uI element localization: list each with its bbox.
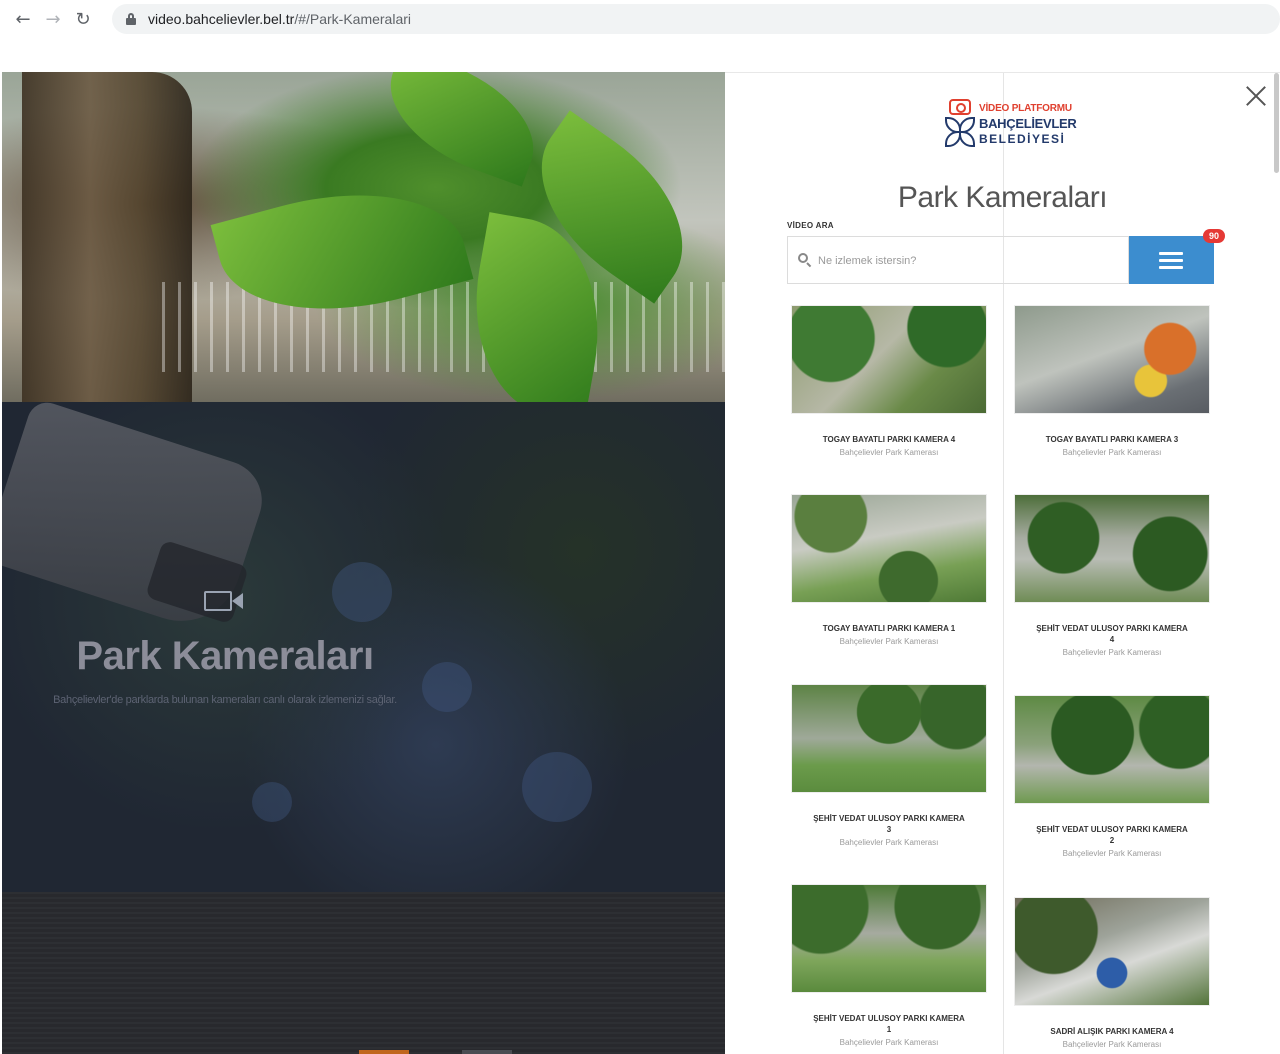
url-domain: video.bahcelievler.bel.tr: [148, 11, 295, 27]
video-card[interactable]: SADRİ ALIŞIK PARKI KAMERA 4 Bahçelievler…: [1014, 897, 1210, 1051]
video-camera-icon: [204, 588, 244, 614]
video-card-subtitle: Bahçelievler Park Kamerası: [1062, 1040, 1162, 1049]
video-thumbnail[interactable]: [1014, 305, 1210, 414]
video-card-subtitle: Bahçelievler Park Kamerası: [1062, 648, 1162, 657]
footer-strip: [2, 892, 725, 1054]
video-card[interactable]: TOGAY BAYATLI PARKI KAMERA 4 Bahçelievle…: [791, 305, 987, 459]
hero-section: Park Kameraları Bahçelievler'de parklard…: [2, 397, 725, 892]
park-photo-banner: [2, 72, 725, 422]
butterfly-logo-icon: [943, 99, 977, 149]
url-path: /#/Park-Kameralari: [294, 11, 412, 27]
video-card-title[interactable]: TOGAY BAYATLI PARKI KAMERA 3: [1014, 434, 1210, 445]
page-title: Park Kameraları: [897, 181, 1108, 214]
search-input[interactable]: [818, 249, 1118, 273]
logo-line-1: VİDEO PLATFORMU: [979, 103, 1072, 114]
video-card-title[interactable]: TOGAY BAYATLI PARKI KAMERA 1: [791, 623, 987, 634]
address-bar[interactable]: video.bahcelievler.bel.tr/#/Park-Kameral…: [112, 4, 1280, 34]
video-card-subtitle: Bahçelievler Park Kamerası: [839, 637, 939, 646]
video-card-title[interactable]: ŞEHİT VEDAT ULUSOY PARKI KAMERA 3: [791, 813, 987, 835]
back-arrow-icon[interactable]: ←: [8, 4, 38, 34]
video-card-title[interactable]: ŞEHİT VEDAT ULUSOY PARKI KAMERA 4: [1014, 623, 1210, 645]
video-card-subtitle: Bahçelievler Park Kamerası: [1062, 849, 1162, 858]
video-card[interactable]: ŞEHİT VEDAT ULUSOY PARKI KAMERA 2 Bahçel…: [1014, 695, 1210, 860]
logo-line-3: BELEDİYESİ: [979, 132, 1066, 146]
video-thumbnail[interactable]: [1014, 897, 1210, 1006]
video-thumbnail[interactable]: [1014, 695, 1210, 804]
camera-list-modal: VİDEO PLATFORMU BAHÇELİEVLER BELEDİYESİ …: [725, 72, 1280, 1054]
video-card[interactable]: TOGAY BAYATLI PARKI KAMERA 1 Bahçelievle…: [791, 494, 987, 648]
hamburger-icon: [1159, 252, 1183, 269]
video-card[interactable]: TOGAY BAYATLI PARKI KAMERA 3 Bahçelievle…: [1014, 305, 1210, 459]
video-thumbnail[interactable]: [791, 494, 987, 603]
video-thumbnail[interactable]: [1014, 494, 1210, 603]
hero-title: Park Kameraları: [76, 634, 374, 678]
search-label: VİDEO ARA: [787, 221, 834, 230]
close-icon[interactable]: [1245, 85, 1267, 107]
video-card-title[interactable]: TOGAY BAYATLI PARKI KAMERA 4: [791, 434, 987, 445]
video-card-subtitle: Bahçelievler Park Kamerası: [839, 448, 939, 457]
video-card-title[interactable]: ŞEHİT VEDAT ULUSOY PARKI KAMERA 2: [1014, 824, 1210, 846]
video-thumbnail[interactable]: [791, 305, 987, 414]
search-box[interactable]: [787, 236, 1129, 284]
site-logo[interactable]: VİDEO PLATFORMU BAHÇELİEVLER BELEDİYESİ: [943, 93, 1077, 153]
video-card-subtitle: Bahçelievler Park Kamerası: [839, 1038, 939, 1047]
video-card[interactable]: ŞEHİT VEDAT ULUSOY PARKI KAMERA 4 Bahçel…: [1014, 494, 1210, 659]
video-card[interactable]: ŞEHİT VEDAT ULUSOY PARKI KAMERA 3 Bahçel…: [791, 684, 987, 849]
background-panel: Park Kameraları Bahçelievler'de parklard…: [2, 72, 725, 1054]
logo-line-2: BAHÇELİEVLER: [979, 116, 1077, 131]
video-thumbnail[interactable]: [791, 884, 987, 993]
lock-icon: [126, 13, 136, 25]
modal-scrollbar[interactable]: [1274, 73, 1279, 173]
video-card-title[interactable]: SADRİ ALIŞIK PARKI KAMERA 4: [1014, 1026, 1210, 1037]
video-card-title[interactable]: ŞEHİT VEDAT ULUSOY PARKI KAMERA 1: [791, 1013, 987, 1035]
video-card[interactable]: ŞEHİT VEDAT ULUSOY PARKI KAMERA 1 Bahçel…: [791, 884, 987, 1049]
video-card-subtitle: Bahçelievler Park Kamerası: [839, 838, 939, 847]
video-thumbnail[interactable]: [791, 684, 987, 793]
video-card-subtitle: Bahçelievler Park Kamerası: [1062, 448, 1162, 457]
search-icon: [798, 253, 812, 268]
menu-button[interactable]: [1129, 236, 1214, 284]
forward-arrow-icon[interactable]: →: [38, 4, 68, 34]
reload-icon[interactable]: ↻: [68, 4, 98, 34]
browser-toolbar: ← → ↻ video.bahcelievler.bel.tr/#/Park-K…: [0, 0, 1280, 38]
hero-subtitle: Bahçelievler'de parklarda bulunan kamera…: [53, 694, 397, 706]
video-count-badge: 90: [1203, 229, 1225, 243]
